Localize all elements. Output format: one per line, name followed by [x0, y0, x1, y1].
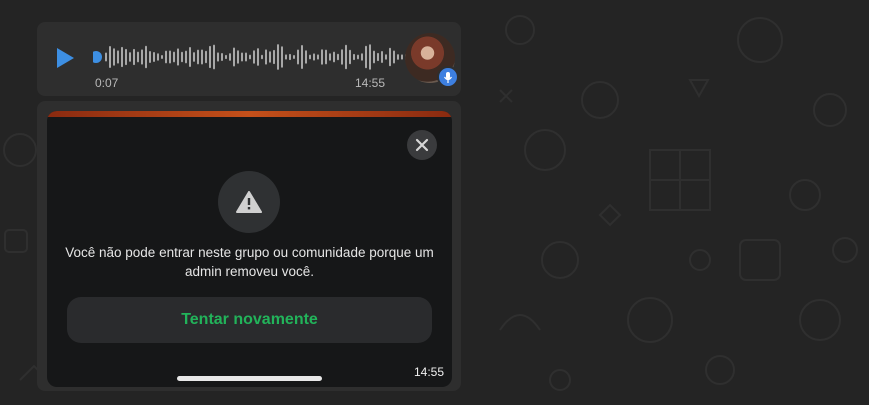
waveform-bar [293, 54, 295, 60]
waveform-bar [273, 49, 275, 65]
waveform-bar [193, 52, 195, 62]
waveform-bar [213, 44, 215, 70]
waveform-bar [209, 45, 211, 69]
waveform-bar [285, 54, 287, 60]
waveform-bar [265, 49, 267, 65]
waveform-bar [205, 50, 207, 64]
waveform-bar [341, 49, 343, 65]
close-icon [415, 138, 429, 152]
waveform-bar [149, 51, 151, 63]
waveform-bar [377, 52, 379, 62]
waveform-bar [357, 54, 359, 60]
waveform-bar [305, 50, 307, 64]
waveform-bar [253, 50, 255, 64]
waveform-bar [197, 49, 199, 65]
audio-waveform[interactable] [93, 42, 423, 72]
waveform-bar [241, 52, 243, 62]
error-screenshot[interactable]: Você não pode entrar neste grupo ou comu… [47, 111, 452, 387]
waveform-bar [161, 54, 163, 60]
waveform-bar [297, 49, 299, 65]
play-icon[interactable] [57, 48, 74, 68]
waveform-bar [309, 54, 311, 60]
waveform-bar [349, 49, 351, 65]
waveform-bar [185, 50, 187, 64]
waveform-bar [189, 47, 191, 67]
waveform-bar [397, 54, 399, 60]
waveform-bar [145, 45, 147, 69]
waveform-bar [201, 49, 203, 65]
waveform-bar [225, 54, 227, 60]
close-button[interactable] [407, 130, 437, 160]
waveform-bar [361, 53, 363, 61]
waveform-bar [261, 54, 263, 60]
waveform-bar [289, 53, 291, 61]
waveform-bar [109, 45, 111, 69]
waveform-bar [121, 46, 123, 68]
waveform-bar [153, 51, 155, 63]
waveform-bar [217, 52, 219, 62]
waveform-bar [281, 46, 283, 68]
waveform-bar [237, 50, 239, 64]
waveform-bar [113, 48, 115, 66]
waveform-bar [317, 54, 319, 60]
waveform-bar [257, 48, 259, 66]
waveform-bar [269, 51, 271, 63]
waveform-bar [393, 50, 395, 64]
waveform-bar [165, 50, 167, 64]
waveform-bar [301, 45, 303, 69]
waveform-bar [141, 49, 143, 65]
waveform-bar [137, 51, 139, 63]
retry-button[interactable]: Tentar novamente [67, 297, 432, 343]
waveform-bar [173, 51, 175, 63]
warning-badge [218, 171, 280, 233]
waveform-bar [177, 48, 179, 66]
waveform-bar [365, 45, 367, 69]
home-indicator [177, 376, 322, 381]
waveform-bar [369, 44, 371, 70]
waveform-bar [129, 52, 131, 62]
waveform-bar [385, 54, 387, 60]
waveform-bar [401, 54, 403, 60]
warning-icon [236, 191, 262, 213]
waveform-bar [233, 47, 235, 67]
waveform-bar [353, 53, 355, 61]
waveform-bar [157, 53, 159, 61]
playback-position-dot [93, 51, 102, 63]
waveform-bar [169, 50, 171, 64]
waveform-bar [345, 44, 347, 70]
audio-message-bubble: 0:07 14:55 [37, 22, 461, 96]
waveform-bar [125, 48, 127, 66]
waveform-bar [373, 50, 375, 64]
error-message: Você não pode entrar neste grupo ou comu… [65, 245, 434, 279]
media-timestamp: 14:55 [413, 365, 444, 379]
waveform-bar [117, 50, 119, 64]
waveform-bar [313, 53, 315, 61]
waveform-bar [221, 52, 223, 62]
waveform-bar [249, 54, 251, 60]
waveform-bar [329, 53, 331, 61]
waveform-bar [245, 52, 247, 62]
waveform-bar [181, 51, 183, 63]
waveform-bar [277, 44, 279, 70]
audio-timestamp: 14:55 [354, 76, 385, 90]
waveform-bar [229, 53, 231, 61]
waveform-bar [381, 50, 383, 64]
waveform-bar [133, 48, 135, 66]
audio-elapsed-time: 0:07 [95, 76, 119, 90]
waveform-bar [321, 49, 323, 65]
waveform-bar [389, 47, 391, 67]
waveform-bar [105, 52, 107, 62]
microphone-icon [437, 66, 459, 88]
waveform-bar [337, 53, 339, 61]
image-top-edge [47, 111, 452, 117]
waveform-bar [333, 51, 335, 63]
waveform-bar [325, 49, 327, 65]
media-message-bubble: Você não pode entrar neste grupo ou comu… [37, 101, 461, 391]
